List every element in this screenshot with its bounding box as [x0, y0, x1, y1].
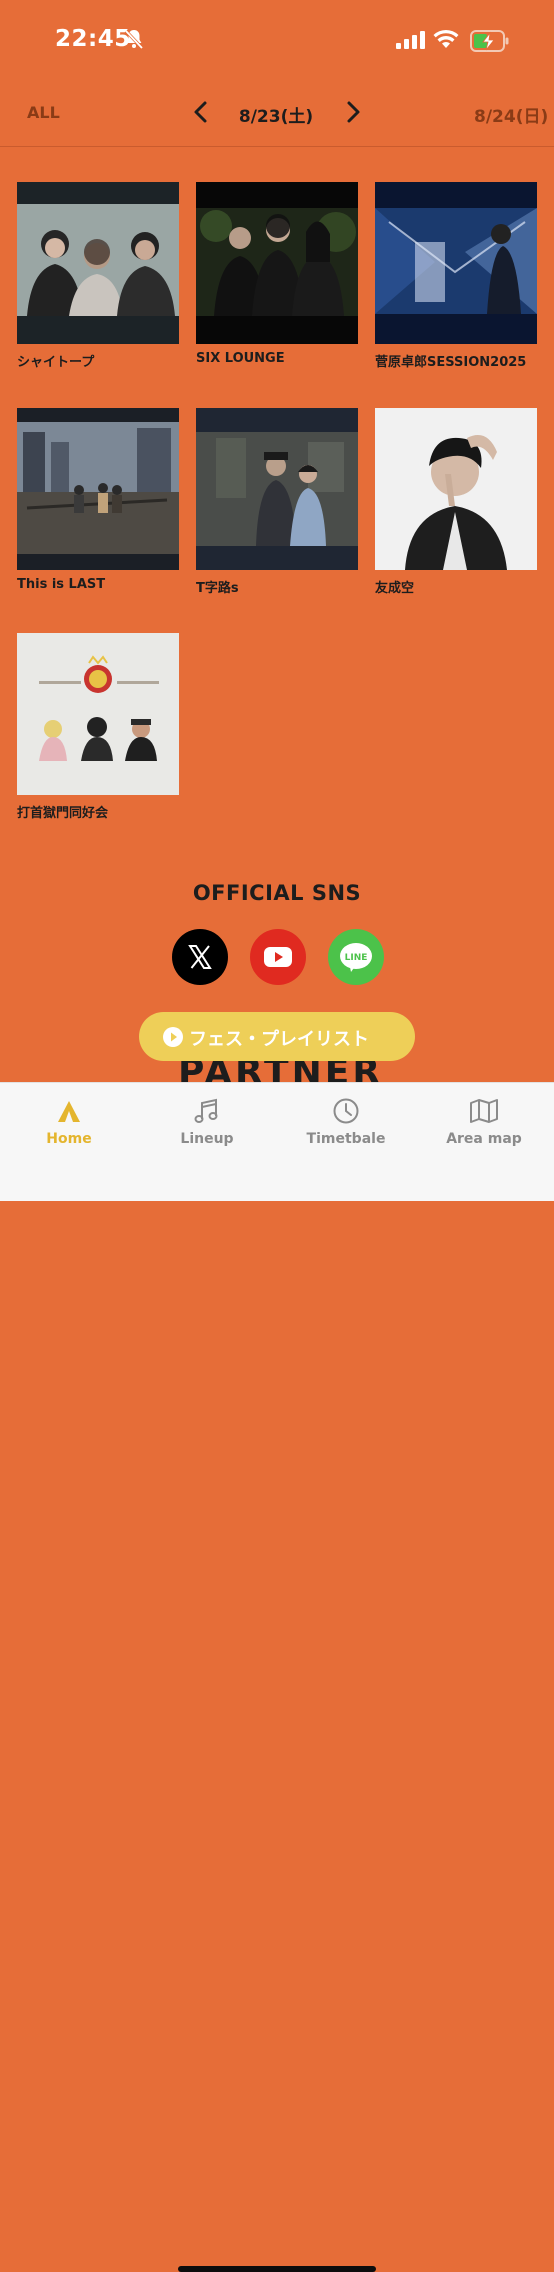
playlist-button[interactable]: フェス・プレイリスト [139, 1012, 415, 1061]
music-note-icon [194, 1098, 218, 1123]
artist-card[interactable]: T字路s [196, 408, 358, 596]
tab-label: Area map [446, 1131, 522, 1147]
artist-name: 友成空 [375, 581, 415, 596]
artist-name: シャイトープ [17, 355, 95, 370]
artist-photo [17, 633, 179, 795]
next-date-button[interactable] [342, 100, 364, 124]
artist-photo [375, 408, 537, 570]
date-navigation: ALL 8/23(土) 8/24(日) [0, 90, 554, 147]
status-time: 22:45 [55, 26, 131, 52]
artist-name: This is LAST [17, 577, 106, 592]
bell-muted-icon [124, 29, 144, 50]
bottom-tab-bar: Home Lineup Timetbale Area map [0, 1082, 554, 2272]
artist-card[interactable]: SIX LOUNGE [196, 182, 358, 366]
artist-name: 打首獄門同好会 [17, 806, 109, 821]
artist-card[interactable]: This is LAST [17, 408, 179, 592]
status-bar: 22:45 [0, 0, 554, 80]
artist-photo [375, 182, 537, 344]
map-icon [470, 1099, 498, 1123]
artist-photo [17, 182, 179, 344]
tab-label: Timetbale [306, 1131, 386, 1147]
artist-card[interactable]: シャイトープ [17, 182, 179, 370]
youtube-link-button[interactable] [250, 929, 306, 985]
play-icon [163, 1027, 183, 1047]
home-icon [58, 1101, 80, 1122]
x-link-button[interactable] [172, 929, 228, 985]
artist-photo [196, 408, 358, 570]
clock-icon [333, 1098, 359, 1124]
artist-card[interactable]: 友成空 [375, 408, 537, 596]
x-icon [188, 945, 212, 969]
cellular-signal-icon [396, 31, 425, 49]
line-icon-text: LINE [345, 953, 368, 963]
artist-photo [17, 408, 179, 570]
playlist-button-label: フェス・プレイリスト [189, 1029, 369, 1050]
home-indicator[interactable] [178, 2266, 376, 2272]
wifi-icon [433, 29, 459, 48]
artist-photo [196, 182, 358, 344]
artist-card[interactable]: 菅原卓郎SESSION2025 [375, 182, 537, 370]
current-date: 8/23(土) [238, 107, 314, 127]
line-icon: LINE [340, 943, 372, 972]
previous-date-button[interactable] [190, 100, 212, 124]
artist-name: SIX LOUNGE [196, 351, 285, 366]
tab-home[interactable]: Home [0, 1097, 138, 1147]
tab-lineup[interactable]: Lineup [138, 1097, 276, 1147]
sns-links: LINE [172, 929, 384, 985]
tab-timetable[interactable]: Timetbale [277, 1097, 415, 1147]
tab-area-map[interactable]: Area map [415, 1097, 553, 1147]
next-date-tab[interactable]: 8/24(日) [474, 102, 548, 127]
tab-label: Lineup [180, 1131, 234, 1147]
all-dates-tab[interactable]: ALL [27, 103, 60, 122]
line-link-button[interactable]: LINE [328, 929, 384, 985]
artist-name: 菅原卓郎SESSION2025 [375, 355, 527, 370]
sns-section-title: OFFICIAL SNS [192, 881, 362, 905]
artist-name: T字路s [196, 581, 239, 596]
tab-label: Home [46, 1131, 92, 1147]
artist-card[interactable]: 打首獄門同好会 [17, 633, 179, 821]
battery-charging-icon [470, 30, 509, 52]
youtube-icon [264, 947, 292, 967]
